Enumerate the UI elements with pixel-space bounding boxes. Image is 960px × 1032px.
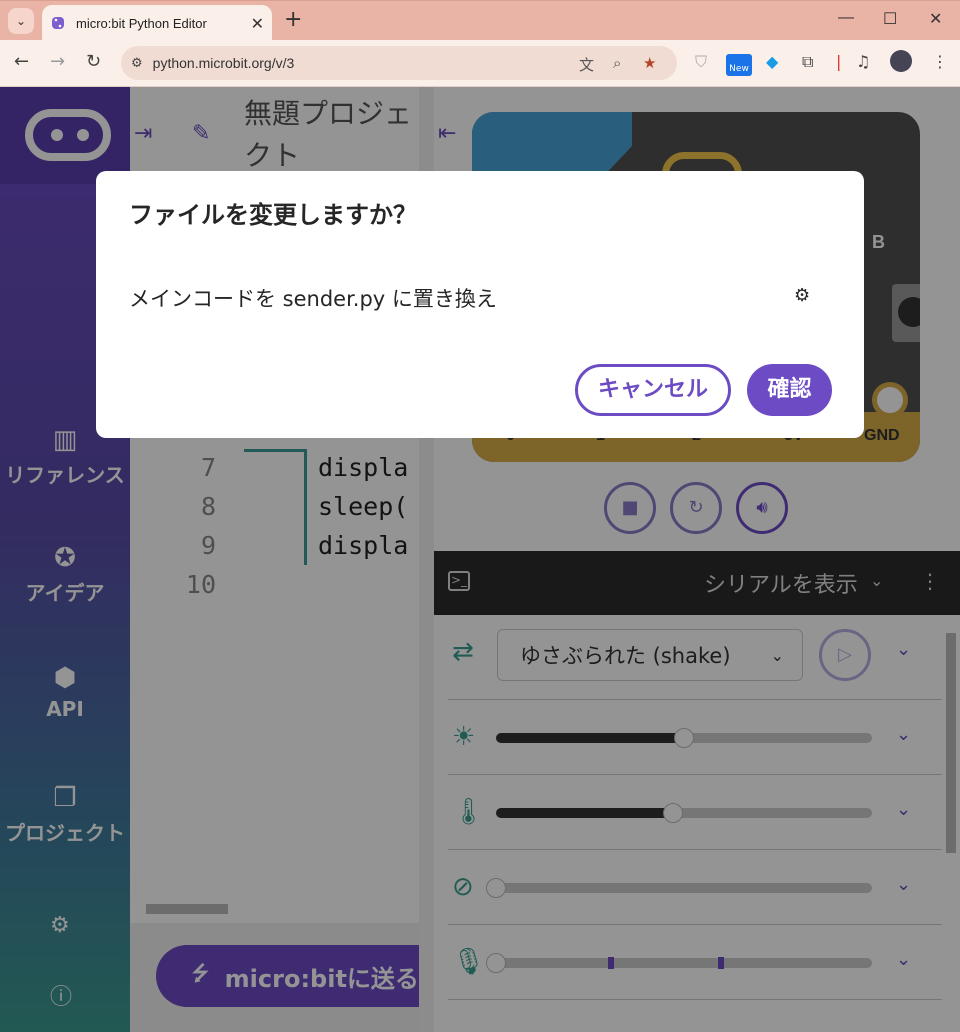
url-text: python.microbit.org/v/3 xyxy=(152,55,295,71)
dialog-message: メインコードを sender.py に置き換え xyxy=(129,287,497,311)
extension-shield-icon[interactable]: ⛉ xyxy=(695,52,707,72)
maximize-button[interactable]: ☐ xyxy=(883,9,897,29)
minimize-button[interactable]: — xyxy=(838,9,854,27)
extension-new-icon[interactable]: New xyxy=(726,54,752,76)
zoom-icon[interactable]: ⌕ xyxy=(613,54,621,72)
cancel-button[interactable]: キャンセル xyxy=(575,364,731,416)
chevron-down-icon: ⌄ xyxy=(15,14,27,28)
toolbar-divider: | xyxy=(836,52,842,71)
browser-menu-icon[interactable]: ⋮ xyxy=(932,52,948,71)
python-favicon-icon xyxy=(52,17,64,29)
browser-tab[interactable]: micro:bit Python Editor ✕ xyxy=(42,5,272,41)
change-file-dialog: ファイルを変更しますか？ メインコードを sender.py に置き換え ⚙ キ… xyxy=(96,171,864,438)
forward-icon[interactable]: → xyxy=(50,52,65,72)
profile-avatar[interactable] xyxy=(890,50,912,72)
site-info-icon[interactable]: ⚙ xyxy=(131,56,143,71)
address-bar[interactable]: ⚙ python.microbit.org/v/3 文 ⌕ ★ xyxy=(121,46,677,80)
dialog-title: ファイルを変更しますか？ xyxy=(129,201,417,229)
new-tab-button[interactable]: + xyxy=(284,9,302,31)
tab-search-button[interactable]: ⌄ xyxy=(8,8,34,34)
reload-icon[interactable]: ↻ xyxy=(86,52,101,72)
tab-title: micro:bit Python Editor xyxy=(76,15,207,31)
file-settings-icon: ⚙ xyxy=(794,285,811,306)
media-control-icon[interactable]: ♫ xyxy=(856,52,870,71)
extensions-puzzle-icon[interactable]: ⧉ xyxy=(802,52,813,72)
back-icon[interactable]: ← xyxy=(14,52,29,72)
browser-tabstrip: ⌄ micro:bit Python Editor ✕ + — ☐ ✕ xyxy=(0,0,960,41)
bookmark-star-icon[interactable]: ★ xyxy=(643,54,656,72)
extension-fox-icon[interactable]: ◆ xyxy=(766,52,778,71)
confirm-button[interactable]: 確認 xyxy=(747,364,832,416)
tab-close-icon[interactable]: ✕ xyxy=(251,14,264,33)
translate-icon[interactable]: 文 xyxy=(579,54,594,75)
close-window-button[interactable]: ✕ xyxy=(929,9,942,29)
browser-toolbar: ← → ↻ ⚙ python.microbit.org/v/3 文 ⌕ ★ ⛉ … xyxy=(0,40,960,87)
